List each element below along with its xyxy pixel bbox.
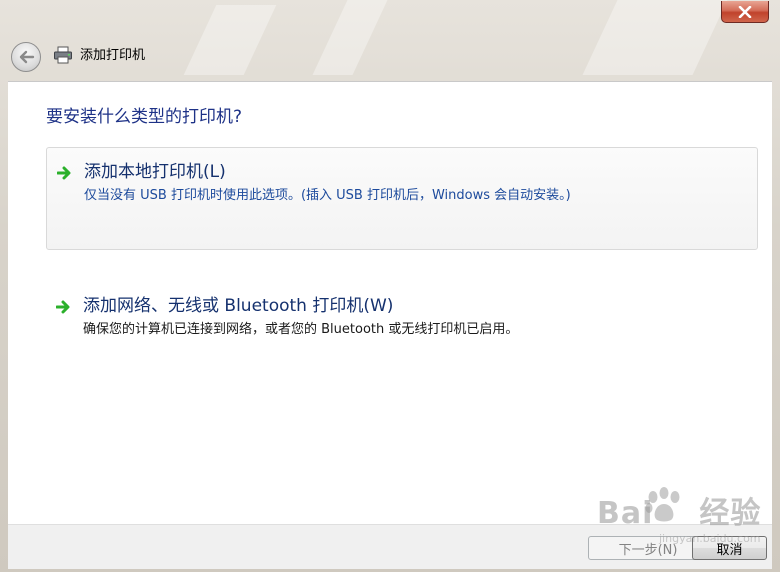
option-add-network-printer[interactable]: 添加网络、无线或 Bluetooth 打印机(W) 确保您的计算机已连接到网络，… — [46, 282, 758, 352]
wizard-content: 要安装什么类型的打印机? 添加本地打印机(L) 仅当没有 USB 打印机时使用此… — [8, 81, 772, 525]
green-arrow-icon — [56, 300, 70, 314]
glass-streak — [183, 5, 277, 75]
back-arrow-icon — [19, 50, 35, 64]
watermark-brand-tail: 经验 — [699, 496, 762, 531]
option-description: 仅当没有 USB 打印机时使用此选项。(插入 USB 打印机后，Windows … — [84, 188, 571, 203]
watermark-url: jingyan.baidu.com — [659, 532, 761, 545]
option-description: 确保您的计算机已连接到网络，或者您的 Bluetooth 或无线打印机已启用。 — [83, 322, 519, 337]
printer-icon — [54, 46, 72, 64]
option-add-local-printer[interactable]: 添加本地打印机(L) 仅当没有 USB 打印机时使用此选项。(插入 USB 打印… — [46, 147, 758, 250]
option-title: 添加网络、无线或 Bluetooth 打印机(W) — [83, 296, 394, 316]
glass-streak — [312, 0, 388, 75]
glass-streak — [582, 0, 728, 75]
paw-logo-icon — [645, 487, 680, 522]
close-button[interactable] — [721, 1, 769, 23]
close-icon — [738, 5, 752, 18]
page-heading: 要安装什么类型的打印机? — [46, 107, 243, 127]
option-title: 添加本地打印机(L) — [84, 162, 226, 182]
green-arrow-icon — [57, 166, 71, 180]
window-frame: 添加打印机 要安装什么类型的打印机? 添加本地打印机(L) 仅当没有 USB 打… — [0, 0, 780, 572]
back-button[interactable] — [11, 42, 41, 72]
window-title: 添加打印机 — [80, 48, 146, 63]
